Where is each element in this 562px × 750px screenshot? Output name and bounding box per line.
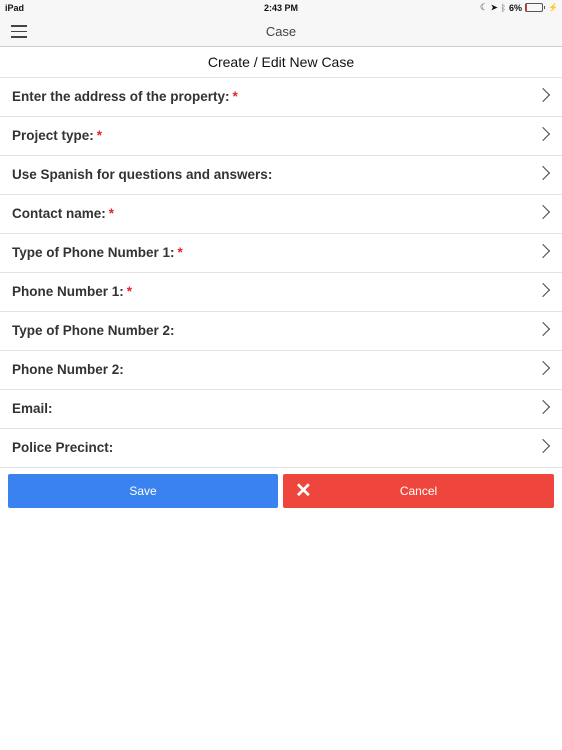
form-field-list: Enter the address of the property: * Proje… — [0, 78, 562, 468]
close-icon: ✕ — [295, 480, 312, 502]
chevron-right-icon[interactable] — [535, 321, 551, 337]
chevron-right-icon[interactable] — [535, 87, 551, 103]
form-row[interactable]: Email: — [0, 390, 562, 429]
field-label-text: Type of Phone Number 1: — [12, 245, 175, 260]
required-marker: * — [177, 245, 183, 260]
field-label-text: Contact name: — [12, 206, 106, 221]
form-row[interactable]: Project type: * — [0, 117, 562, 156]
chevron-right-icon[interactable] — [535, 438, 551, 454]
required-marker: * — [96, 128, 103, 143]
chevron-right-icon[interactable] — [535, 282, 551, 298]
form-row[interactable]: Contact name: * — [0, 195, 562, 234]
nav-title: Case — [265, 24, 297, 39]
chevron-right-icon[interactable] — [535, 126, 551, 142]
field-label-text: Enter the address of the property: — [12, 89, 230, 104]
field-label: Police Precinct: — [12, 440, 113, 455]
chevron-right-icon[interactable] — [535, 360, 551, 376]
field-label: Phone Number 1: * — [12, 284, 132, 299]
form-row[interactable]: Phone Number 1: * — [0, 273, 562, 312]
location-arrow-icon: ➤ — [490, 3, 498, 12]
form-row[interactable]: Phone Number 2: — [0, 351, 562, 390]
field-label-text: Use Spanish for questions and answers: — [12, 167, 273, 182]
form-row[interactable]: Police Precinct: — [0, 429, 562, 468]
required-marker: * — [108, 206, 115, 221]
navigation-bar: Case — [0, 16, 562, 47]
field-label: Type of Phone Number 2: — [12, 323, 175, 338]
field-label-text: Project type: — [12, 128, 94, 143]
cancel-button-label: Cancel — [399, 484, 438, 498]
battery-percent: 6% — [509, 2, 523, 13]
save-button[interactable]: Save — [8, 474, 278, 508]
battery-fill — [526, 4, 527, 11]
chevron-right-icon[interactable] — [535, 204, 551, 220]
bluetooth-icon: ᛒ — [500, 2, 507, 13]
field-label-text: Phone Number 1: — [12, 284, 124, 299]
field-label: Phone Number 2: — [12, 362, 124, 377]
cancel-button[interactable]: ✕ Cancel — [283, 474, 554, 508]
field-label-text: Phone Number 2: — [12, 362, 124, 377]
required-marker: * — [232, 89, 238, 104]
field-label: Type of Phone Number 1: * — [12, 245, 183, 260]
field-label-text: Type of Phone Number 2: — [12, 323, 175, 338]
form-row[interactable]: Type of Phone Number 1: * — [0, 234, 562, 273]
moon-icon: ☾ — [479, 2, 488, 12]
chevron-right-icon[interactable] — [535, 165, 551, 181]
chevron-right-icon[interactable] — [535, 243, 551, 259]
required-marker: * — [126, 284, 133, 299]
save-button-label: Save — [129, 484, 157, 498]
field-label-text: Email: — [12, 401, 53, 416]
battery-cap — [544, 6, 546, 9]
status-bar: iPad 2:43 PM ☾ ➤ ᛒ 6% ⚡ — [0, 0, 562, 16]
clock: 2:43 PM — [263, 3, 298, 13]
field-label: Use Spanish for questions and answers: — [12, 167, 272, 182]
action-bar: Save ✕ Cancel — [0, 468, 562, 512]
status-icons: ☾ ➤ ᛒ 6% ⚡ — [480, 2, 558, 13]
form-row[interactable]: Type of Phone Number 2: — [0, 312, 562, 351]
field-label: Enter the address of the property: * — [12, 89, 238, 104]
form-row[interactable]: Enter the address of the property: * — [0, 78, 562, 117]
field-label: Project type: * — [12, 128, 102, 143]
charging-bolt-icon: ⚡ — [548, 3, 558, 12]
field-label-text: Police Precinct: — [12, 440, 114, 455]
field-label: Contact name: * — [12, 206, 114, 221]
page-title: Create / Edit New Case — [0, 47, 562, 78]
chevron-right-icon[interactable] — [535, 399, 551, 415]
field-label: Email: — [12, 401, 53, 416]
form-row[interactable]: Use Spanish for questions and answers: — [0, 156, 562, 195]
battery-icon — [525, 3, 544, 12]
